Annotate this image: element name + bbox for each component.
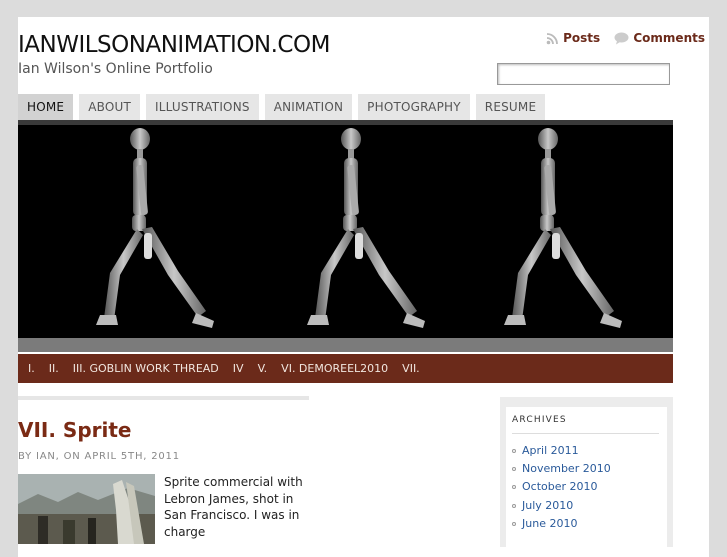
- posts-feed-link[interactable]: Posts: [546, 31, 600, 45]
- archive-link[interactable]: April 2011: [512, 442, 659, 460]
- posts-feed-label: Posts: [563, 31, 601, 45]
- tab-about[interactable]: ABOUT: [79, 94, 141, 120]
- category-link-iii[interactable]: III. GOBLIN WORK THREAD: [73, 362, 219, 375]
- archive-label: October 2010: [522, 480, 598, 494]
- archives-widget: ARCHIVES April 2011 November 2010 Octobe…: [506, 407, 667, 547]
- feed-links: Posts Comments: [536, 31, 705, 48]
- category-link-v[interactable]: V.: [258, 362, 268, 375]
- tab-animation[interactable]: ANIMATION: [264, 94, 353, 120]
- header-banner-image: [18, 125, 673, 351]
- tab-resume[interactable]: RESUME: [475, 94, 546, 120]
- post-title[interactable]: VII. Sprite: [18, 418, 132, 442]
- category-link-ii[interactable]: II.: [49, 362, 59, 375]
- site-description: Ian Wilson's Online Portfolio: [18, 61, 213, 77]
- category-bar: I. II. III. GOBLIN WORK THREAD IV V. VI.…: [18, 354, 673, 383]
- bullet-icon: [512, 449, 516, 454]
- comments-feed-label: Comments: [633, 31, 705, 45]
- bullet-icon: [512, 521, 516, 526]
- category-link-vi[interactable]: VI. DEMOREEL2010: [281, 362, 388, 375]
- sidebar: ARCHIVES April 2011 November 2010 Octobe…: [500, 397, 673, 547]
- bullet-icon: [512, 467, 516, 472]
- category-link-i[interactable]: I.: [28, 362, 35, 375]
- archives-list: April 2011 November 2010 October 2010 Ju…: [512, 442, 659, 533]
- category-link-iv[interactable]: IV: [233, 362, 244, 375]
- archive-link[interactable]: July 2010: [512, 497, 659, 515]
- speech-bubble-icon: [614, 32, 629, 44]
- banner-floor: [18, 338, 673, 352]
- tab-home[interactable]: HOME: [18, 94, 74, 120]
- site-title[interactable]: IANWILSONANIMATION.COM: [18, 32, 330, 58]
- content-divider: [18, 396, 309, 400]
- post-excerpt: Sprite commercial with Lebron James, sho…: [164, 475, 303, 539]
- post-meta: BY IAN, ON APRIL 5TH, 2011: [18, 451, 180, 462]
- rss-icon: [546, 32, 559, 44]
- archive-link[interactable]: June 2010: [512, 515, 659, 533]
- archive-label: June 2010: [522, 516, 578, 530]
- archive-link[interactable]: October 2010: [512, 478, 659, 496]
- archive-link[interactable]: November 2010: [512, 460, 659, 478]
- comments-feed-link[interactable]: Comments: [614, 31, 705, 45]
- bullet-icon: [512, 503, 516, 508]
- tab-illustrations[interactable]: ILLUSTRATIONS: [146, 94, 259, 120]
- archive-label: November 2010: [522, 462, 611, 476]
- tab-photography[interactable]: PHOTOGRAPHY: [358, 94, 470, 120]
- post-thumbnail[interactable]: [18, 474, 155, 544]
- search-input[interactable]: [497, 63, 670, 85]
- category-link-vii[interactable]: VII.: [402, 362, 420, 375]
- archive-label: April 2011: [522, 444, 579, 457]
- archive-label: July 2010: [522, 498, 574, 512]
- bullet-icon: [512, 485, 516, 490]
- archives-heading: ARCHIVES: [512, 415, 659, 434]
- main-navigation: HOME ABOUT ILLUSTRATIONS ANIMATION PHOTO…: [18, 94, 551, 120]
